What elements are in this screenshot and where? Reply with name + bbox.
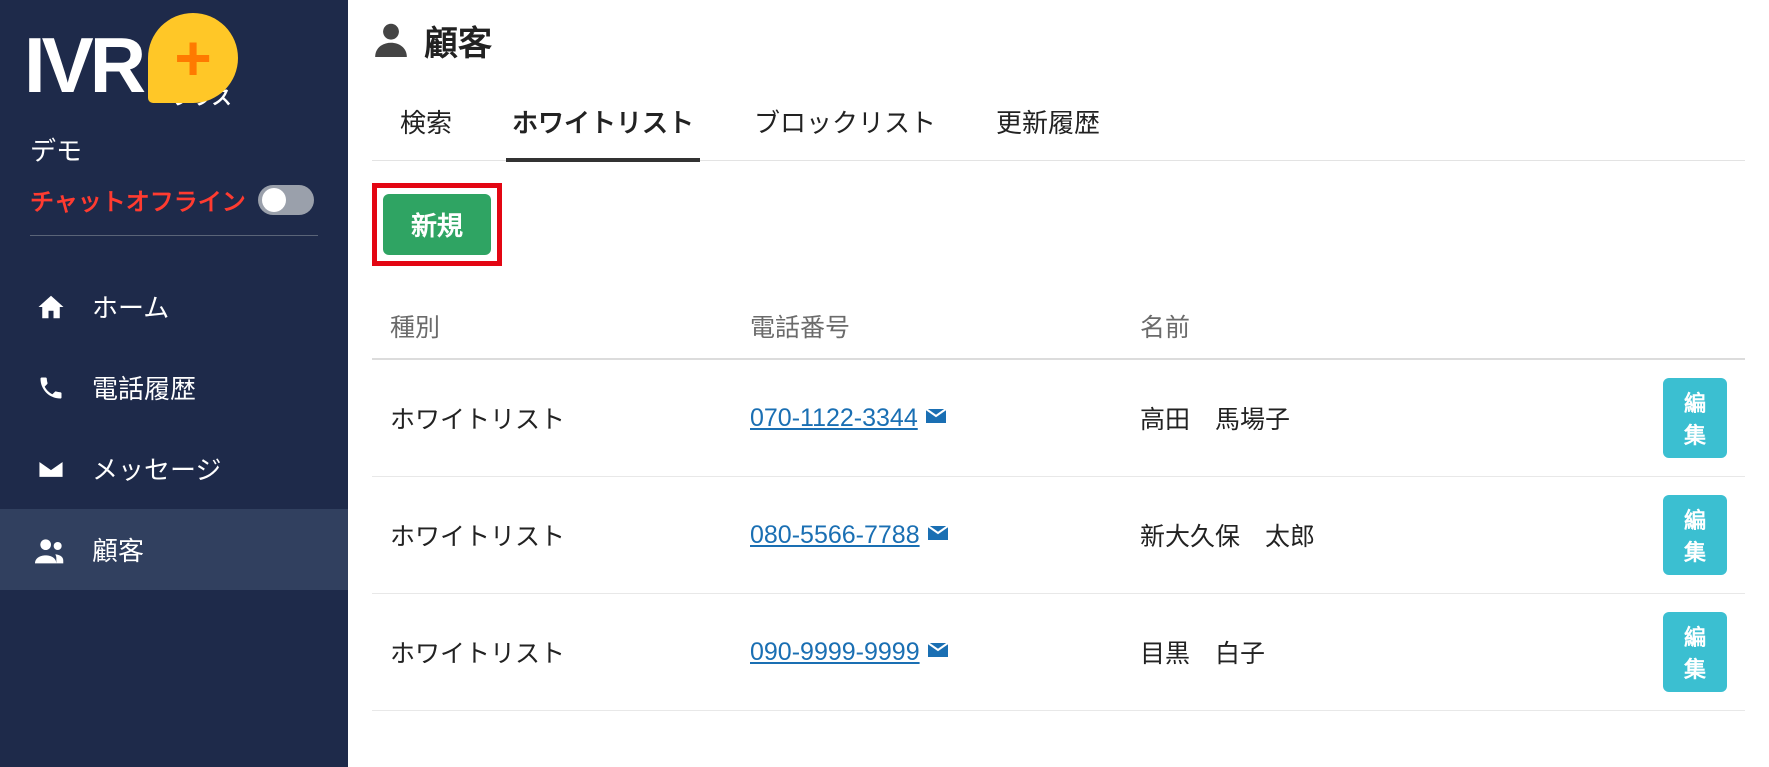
phone-link[interactable]: 070-1122-3344 bbox=[750, 404, 918, 432]
tab-search[interactable]: 検索 bbox=[394, 93, 458, 162]
new-button[interactable]: 新規 bbox=[383, 194, 491, 255]
col-header-phone: 電話番号 bbox=[732, 294, 1122, 359]
new-button-highlight: 新規 bbox=[372, 183, 502, 266]
tab-history[interactable]: 更新履歴 bbox=[990, 93, 1106, 162]
cell-name: 新大久保 太郎 bbox=[1122, 477, 1645, 594]
tab-whitelist[interactable]: ホワイトリスト bbox=[506, 93, 700, 162]
col-header-name: 名前 bbox=[1122, 294, 1645, 359]
user-icon bbox=[372, 19, 410, 62]
tab-blocklist[interactable]: ブロックリスト bbox=[748, 93, 942, 162]
edit-button[interactable]: 編集 bbox=[1663, 612, 1727, 692]
chat-offline-label: チャットオフライン bbox=[30, 182, 246, 217]
cell-name: 目黒 白子 bbox=[1122, 594, 1645, 711]
nav-calls[interactable]: 電話履歴 bbox=[0, 347, 348, 428]
page-title: 顧客 bbox=[424, 16, 492, 65]
envelope-icon bbox=[34, 454, 68, 484]
table-row: ホワイトリスト 080-5566-7788 新大久保 太郎編集 bbox=[372, 477, 1745, 594]
edit-button[interactable]: 編集 bbox=[1663, 378, 1727, 458]
whitelist-table: 種別 電話番号 名前 ホワイトリスト070-1122-3344高田 馬場子編集ホ… bbox=[372, 294, 1745, 711]
chat-offline-row: チャットオフライン bbox=[30, 182, 318, 236]
tabs: 検索 ホワイトリスト ブロックリスト 更新履歴 bbox=[372, 93, 1745, 161]
users-icon bbox=[34, 536, 68, 564]
logo-plus-icon bbox=[148, 13, 238, 103]
nav-messages-label: メッセージ bbox=[92, 450, 221, 487]
cell-phone: 070-1122-3344 bbox=[732, 359, 1122, 477]
page-header: 顧客 bbox=[372, 10, 1745, 75]
col-header-action bbox=[1645, 294, 1745, 359]
envelope-icon[interactable] bbox=[926, 638, 950, 666]
nav-customers[interactable]: 顧客 bbox=[0, 509, 348, 590]
nav-home-label: ホーム bbox=[92, 288, 169, 325]
home-icon bbox=[34, 292, 68, 322]
cell-phone: 090-9999-9999 bbox=[732, 594, 1122, 711]
main-content: 顧客 検索 ホワイトリスト ブロックリスト 更新履歴 新規 種別 電話番号 名前… bbox=[348, 0, 1769, 767]
sidebar: IVR プラス デモ チャットオフライン ホーム 電話履歴 メッセージ 顧客 bbox=[0, 0, 348, 767]
nav-messages[interactable]: メッセージ bbox=[0, 428, 348, 509]
table-row: ホワイトリスト 090-9999-9999 目黒 白子編集 bbox=[372, 594, 1745, 711]
col-header-type: 種別 bbox=[372, 294, 732, 359]
nav-home[interactable]: ホーム bbox=[0, 266, 348, 347]
envelope-icon[interactable] bbox=[924, 404, 948, 432]
cell-type: ホワイトリスト bbox=[372, 594, 732, 711]
cell-type: ホワイトリスト bbox=[372, 359, 732, 477]
cell-phone: 080-5566-7788 bbox=[732, 477, 1122, 594]
nav-calls-label: 電話履歴 bbox=[92, 369, 196, 406]
chat-offline-toggle[interactable] bbox=[258, 185, 314, 215]
envelope-icon[interactable] bbox=[926, 521, 950, 549]
phone-link[interactable]: 090-9999-9999 bbox=[750, 638, 920, 666]
logo-text: IVR bbox=[24, 20, 142, 111]
nav-customers-label: 顧客 bbox=[92, 531, 144, 568]
phone-icon bbox=[34, 374, 68, 402]
tenant-name: デモ bbox=[0, 131, 348, 182]
edit-button[interactable]: 編集 bbox=[1663, 495, 1727, 575]
cell-type: ホワイトリスト bbox=[372, 477, 732, 594]
logo: IVR プラス bbox=[0, 10, 348, 131]
table-row: ホワイトリスト 070-1122-3344 高田 馬場子編集 bbox=[372, 359, 1745, 477]
cell-name: 高田 馬場子 bbox=[1122, 359, 1645, 477]
phone-link[interactable]: 080-5566-7788 bbox=[750, 521, 920, 549]
